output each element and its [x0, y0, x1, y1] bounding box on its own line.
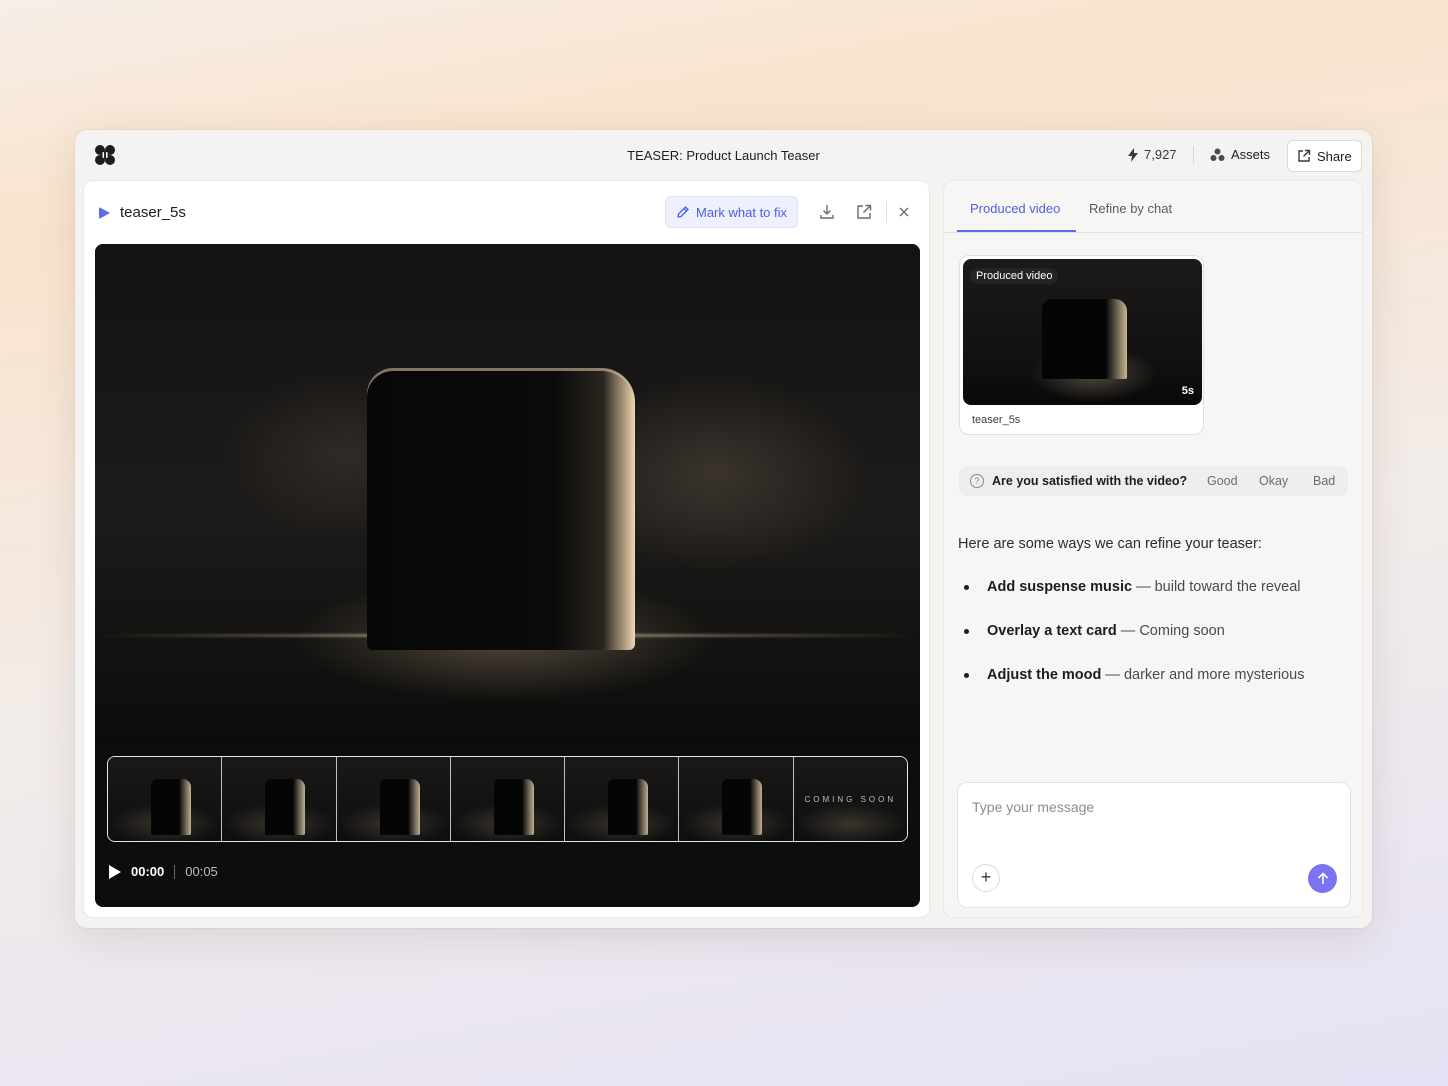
playback-controls: 00:00 00:05 — [109, 864, 218, 879]
list-item: Overlay a text card — Coming soon — [958, 621, 1304, 665]
frame-product — [151, 779, 192, 835]
arrow-up-icon — [1317, 872, 1328, 884]
card-file-name: teaser_5s — [972, 414, 1021, 426]
frame-product — [265, 779, 306, 835]
thumbnail-duration: 5s — [1181, 385, 1194, 397]
thumbnail-product — [1042, 299, 1127, 379]
timeline-frame[interactable] — [450, 757, 566, 841]
top-bar: TEASER: Product Launch Teaser 7,927 Asse… — [75, 130, 1372, 180]
timeline-frame-end-card[interactable]: COMING SOON — [793, 757, 907, 841]
duration: 00:05 — [185, 864, 218, 879]
mark-label: Mark what to fix — [696, 204, 788, 220]
play-icon[interactable] — [109, 864, 121, 879]
frame-product — [493, 779, 534, 835]
timeline-frame[interactable] — [222, 757, 337, 841]
frame-product — [379, 779, 420, 835]
side-panel: Produced video Refine by chat Produced v… — [943, 180, 1363, 918]
credits-value: 7,927 — [1144, 147, 1177, 162]
satisfaction-prompt: ? Are you satisfied with the video? Good… — [959, 466, 1348, 496]
timeline-frame[interactable] — [336, 757, 451, 841]
timeline-frame[interactable] — [565, 757, 680, 841]
end-card-text: COMING SOON — [804, 795, 897, 804]
frame-product — [608, 779, 649, 835]
video-player[interactable]: COMING SOON 00:00 00:05 — [95, 244, 920, 907]
question-icon: ? — [970, 474, 984, 488]
suggestion-detail: — Coming soon — [1116, 623, 1225, 639]
message-input[interactable] — [972, 799, 1332, 815]
current-time: 00:00 — [131, 864, 165, 879]
message-composer: + — [957, 782, 1351, 908]
share-icon — [1298, 149, 1311, 162]
timeline-strip[interactable]: COMING SOON — [107, 756, 908, 842]
list-item: Adjust the mood — darker and more myster… — [958, 665, 1304, 709]
divider — [1193, 146, 1194, 164]
close-icon[interactable] — [895, 203, 913, 221]
add-attachment-button[interactable]: + — [972, 864, 1000, 892]
share-button[interactable]: Share — [1287, 140, 1362, 172]
product-silhouette — [367, 368, 635, 650]
suggestion-title: Add suspense music — [987, 579, 1133, 595]
pencil-icon — [677, 206, 689, 218]
download-icon[interactable] — [818, 203, 836, 221]
suggestion-detail: — build toward the reveal — [1132, 579, 1301, 595]
open-external-icon[interactable] — [855, 203, 873, 221]
suggestions-list: Add suspense music — build toward the re… — [958, 577, 1304, 709]
video-title: teaser_5s — [99, 204, 186, 221]
mark-what-to-fix-button[interactable]: Mark what to fix — [665, 196, 799, 228]
app-window: TEASER: Product Launch Teaser 7,927 Asse… — [75, 130, 1372, 928]
suggestion-title: Adjust the mood — [987, 667, 1102, 683]
timeline-frame[interactable] — [108, 757, 223, 841]
thumbnail-tag: Produced video — [970, 268, 1059, 284]
send-button[interactable] — [1308, 864, 1337, 893]
tab-bar: Produced video Refine by chat — [944, 181, 1362, 233]
satisfaction-question: Are you satisfied with the video? — [992, 474, 1188, 488]
active-tab-indicator — [957, 230, 1076, 232]
rate-okay-button[interactable]: Okay — [1259, 474, 1288, 488]
tab-refine-by-chat[interactable]: Refine by chat — [1089, 201, 1172, 216]
credits-counter[interactable]: 7,927 — [1127, 147, 1177, 162]
video-frame[interactable] — [95, 244, 920, 744]
assets-icon — [1210, 148, 1225, 161]
assets-button[interactable]: Assets — [1210, 147, 1270, 162]
video-file-name: teaser_5s — [120, 204, 186, 221]
lightning-icon — [1128, 147, 1138, 162]
list-item: Add suspense music — build toward the re… — [958, 577, 1304, 621]
tab-produced-video[interactable]: Produced video — [970, 201, 1060, 216]
rate-bad-button[interactable]: Bad — [1313, 474, 1335, 488]
share-label: Share — [1317, 148, 1352, 164]
toolbar-divider — [886, 202, 887, 222]
suggestions-intro: Here are some ways we can refine your te… — [958, 536, 1262, 552]
video-panel: teaser_5s Mark what to fix COMING SOON 0… — [83, 180, 930, 918]
suggestion-detail: — darker and more mysterious — [1101, 667, 1305, 683]
timeline-frame[interactable] — [679, 757, 794, 841]
assets-label: Assets — [1231, 147, 1271, 162]
time-divider — [174, 864, 176, 879]
rate-good-button[interactable]: Good — [1207, 474, 1238, 488]
page-title: TEASER: Product Launch Teaser — [627, 148, 820, 163]
produced-video-card[interactable]: Produced video 5s teaser_5s — [959, 255, 1204, 435]
suggestion-title: Overlay a text card — [987, 623, 1117, 639]
video-file-icon — [99, 206, 110, 219]
video-thumbnail[interactable]: Produced video 5s — [963, 259, 1202, 405]
frame-product — [722, 779, 763, 835]
